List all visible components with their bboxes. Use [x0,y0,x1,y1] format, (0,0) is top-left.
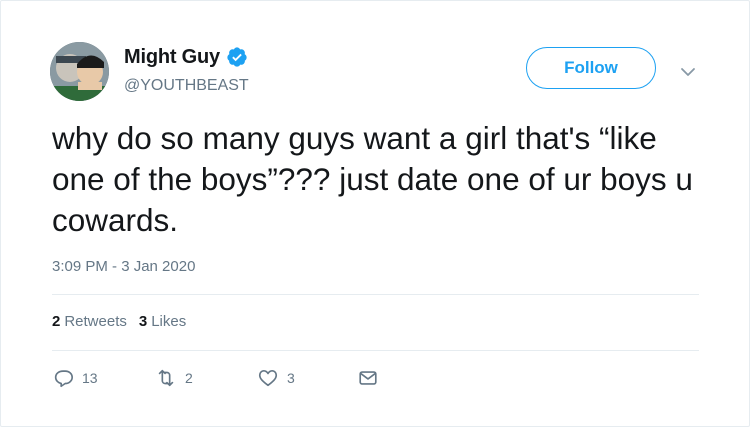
verified-badge-icon [226,46,248,68]
reply-button[interactable]: 13 [52,367,98,389]
likes-stat[interactable]: 3 Likes [139,313,186,330]
author-row: Might Guy [124,44,248,70]
retweets-label: Retweets [64,313,127,330]
like-button[interactable]: 3 [257,367,295,389]
likes-count: 3 [138,313,148,330]
likes-label: Likes [151,313,187,330]
like-count: 3 [287,370,295,386]
avatar[interactable] [50,42,109,101]
author-handle[interactable]: @YOUTHBEAST [124,77,249,95]
reply-icon [54,370,73,388]
divider [52,350,699,351]
envelope-icon [359,371,377,385]
engagement-stats: 2 Retweets 3 Likes [52,313,186,330]
reply-count: 13 [82,370,98,386]
retweets-stat[interactable]: 2 Retweets [52,313,127,330]
chevron-down-icon[interactable] [679,63,697,81]
retweets-count: 2 [52,313,61,330]
retweet-button[interactable]: 2 [155,367,193,389]
retweet-icon [158,369,174,387]
tweet-timestamp[interactable]: 3:09 PM - 3 Jan 2020 [52,258,195,275]
heart-icon [258,370,278,387]
divider [52,294,699,295]
author-display-name[interactable]: Might Guy [124,46,220,69]
follow-button[interactable]: Follow [526,47,656,89]
retweet-count: 2 [185,370,193,386]
direct-message-button[interactable] [357,367,379,389]
tweet-text: why do so many guys want a girl that's “… [52,120,693,238]
tweet-card: Might Guy @YOUTHBEAST Follow why do so m… [0,0,750,427]
